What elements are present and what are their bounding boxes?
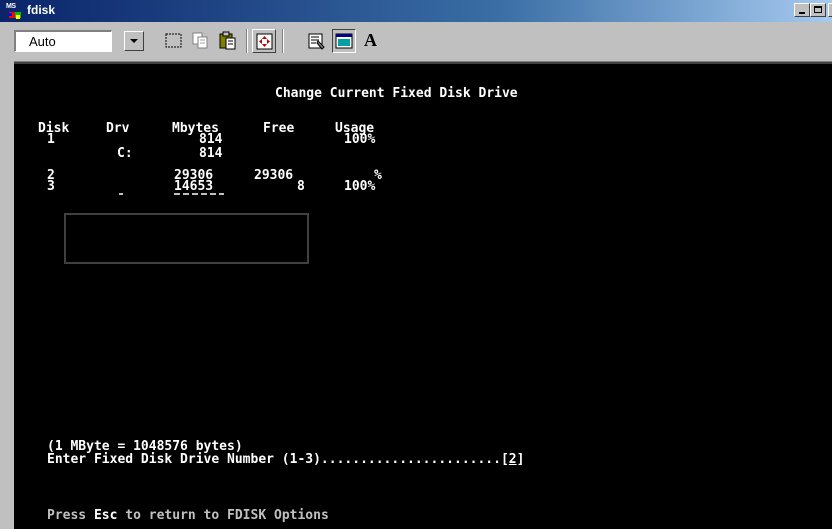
title-bar[interactable]: MS fdisk × — [0, 0, 832, 22]
screen-header: Change Current Fixed Disk Drive — [275, 86, 518, 101]
prompt-input-value[interactable]: 2 — [509, 452, 517, 467]
paste-icon — [219, 31, 236, 50]
prompt-bracket-open: [ — [500, 452, 509, 467]
console-top-area — [14, 64, 832, 82]
table-row-4-usage: 100% — [344, 179, 376, 194]
table-row-3-free: 29306 — [254, 168, 294, 183]
table-row-4-free: 8 — [297, 179, 305, 194]
table-row-2-mbytes: 814 — [199, 146, 223, 161]
mark-button[interactable] — [162, 29, 186, 53]
msdos-icon[interactable]: MS — [6, 3, 23, 19]
window-left-frame — [0, 61, 14, 529]
toolbar-separator — [282, 29, 284, 53]
table-row-4-mbytes: 14653 — [174, 179, 214, 194]
table-row-4-disk: 3 — [47, 179, 55, 194]
footer-instruction: Press Esc to return to FDISK Options — [47, 509, 329, 522]
minimize-icon — [799, 12, 805, 14]
hidden-row-fragment — [119, 193, 123, 195]
icon-text: MS — [6, 3, 16, 10]
font-button[interactable]: A — [360, 29, 384, 53]
paste-button[interactable] — [216, 29, 240, 53]
background-icon — [335, 33, 353, 49]
hidden-row-fragment — [174, 193, 224, 195]
prompt-text: Enter Fixed Disk Drive Number (1-3).....… — [47, 452, 501, 467]
properties-button[interactable] — [305, 29, 329, 53]
table-row-1-mbytes: 814 — [199, 132, 223, 147]
copy-icon — [192, 32, 208, 49]
window-title: fdisk — [27, 3, 56, 17]
maximize-button[interactable] — [810, 3, 826, 17]
font-size-value[interactable]: Auto — [14, 30, 112, 52]
toolbar: Auto A — [0, 22, 832, 62]
console-window: MS fdisk × Auto — [0, 0, 832, 529]
tooltip-overlay-box — [64, 213, 309, 264]
font-size-select[interactable]: Auto — [14, 30, 150, 52]
table-row-1-usage: 100% — [344, 132, 376, 147]
minimize-button[interactable] — [794, 3, 810, 17]
maximize-icon — [814, 6, 822, 13]
background-button[interactable] — [332, 29, 356, 53]
fullscreen-icon — [256, 33, 273, 50]
column-header-drv: Drv — [106, 121, 130, 136]
footer-pre: Press — [47, 508, 94, 523]
table-row-1-disk: 1 — [47, 132, 55, 147]
chevron-down-icon — [130, 39, 138, 43]
table-row-2-drv: C: — [117, 146, 133, 161]
column-header-free: Free — [263, 121, 295, 136]
drive-number-prompt[interactable]: Enter Fixed Disk Drive Number (1-3).....… — [47, 453, 524, 466]
font-size-dropdown-button[interactable] — [124, 31, 144, 51]
copy-button[interactable] — [189, 29, 213, 53]
footer-esc-key: Esc — [93, 508, 118, 523]
footer-post: to return to FDISK Options — [117, 508, 329, 523]
close-button[interactable]: × — [828, 1, 832, 17]
console-area[interactable]: Change Current Fixed Disk Drive Disk Drv… — [14, 82, 832, 529]
font-icon: A — [364, 30, 377, 50]
fullscreen-button[interactable] — [252, 29, 276, 53]
properties-icon — [308, 33, 325, 50]
prompt-bracket-close: ] — [516, 452, 525, 467]
mark-icon — [165, 33, 182, 48]
toolbar-separator — [246, 29, 248, 53]
